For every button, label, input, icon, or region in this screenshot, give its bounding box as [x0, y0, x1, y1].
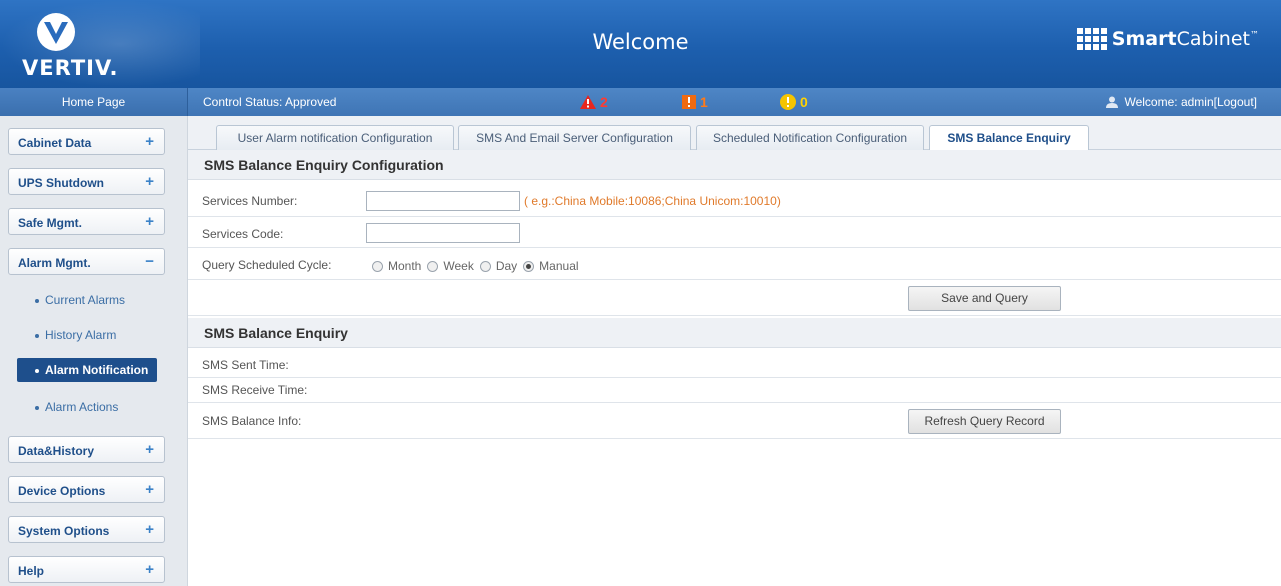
radio-day[interactable]	[479, 260, 491, 272]
sms-sent-time-label: SMS Sent Time:	[202, 358, 289, 372]
sidebar-item-system-options[interactable]: System Options +	[8, 516, 165, 543]
expand-icon: +	[145, 213, 154, 230]
tab-user-alarm-notification[interactable]: User Alarm notification Configuration	[216, 125, 454, 150]
control-status: Control Status: Approved	[203, 95, 337, 109]
welcome-user[interactable]: Welcome: admin[Logout]	[1106, 95, 1257, 109]
vertiv-logo-text: VERTIV.	[22, 56, 119, 80]
sms-balance-info-row: SMS Balance Info: Refresh Query Record	[188, 403, 1281, 439]
subitem-label: Alarm Actions	[45, 400, 119, 414]
radio-week-label: Week	[443, 259, 474, 273]
smartcabinet-logo-icon	[1076, 28, 1107, 50]
radio-manual[interactable]	[523, 260, 535, 272]
query-cycle-radio-group: Month Week Day Manual	[372, 259, 585, 273]
major-alarm-icon	[682, 95, 696, 109]
bullet-icon	[35, 368, 39, 373]
expand-icon: +	[145, 481, 154, 498]
major-alarm-counter[interactable]: 1	[682, 94, 708, 110]
section-heading: SMS Balance Enquiry Configuration	[204, 157, 444, 173]
collapse-icon: −	[145, 253, 154, 270]
radio-manual-label: Manual	[539, 259, 579, 273]
critical-alarm-count: 2	[600, 94, 608, 110]
save-and-query-button[interactable]: Save and Query	[908, 286, 1061, 311]
smartcabinet-logo: SmartCabinet™	[1076, 28, 1259, 50]
sms-sent-time-row: SMS Sent Time:	[188, 354, 1281, 378]
query-cycle-label: Query Scheduled Cycle:	[202, 258, 332, 272]
radio-week[interactable]	[427, 260, 439, 272]
services-number-row: Services Number: ( e.g.:China Mobile:100…	[188, 186, 1281, 217]
subitem-label: History Alarm	[45, 328, 117, 342]
services-code-label: Services Code:	[202, 227, 284, 241]
minor-alarm-icon	[780, 94, 796, 110]
section-heading: SMS Balance Enquiry	[204, 325, 348, 341]
sidebar-item-label: Help	[18, 564, 45, 578]
services-number-hint: ( e.g.:China Mobile:10086;China Unicom:1…	[524, 194, 781, 208]
sidebar-item-cabinet-data[interactable]: Cabinet Data +	[8, 128, 165, 155]
expand-icon: +	[145, 133, 154, 150]
critical-alarm-counter[interactable]: 2	[580, 94, 608, 110]
bullet-icon	[35, 405, 39, 410]
minor-alarm-count: 0	[800, 94, 808, 110]
sidebar-subitem-history-alarm[interactable]: History Alarm	[35, 328, 116, 342]
sidebar-item-safe-mgmt[interactable]: Safe Mgmt. +	[8, 208, 165, 235]
user-icon	[1106, 96, 1119, 108]
services-number-input[interactable]	[366, 191, 520, 211]
tab-sms-email-server[interactable]: SMS And Email Server Configuration	[458, 125, 691, 150]
sidebar: Cabinet Data + UPS Shutdown + Safe Mgmt.…	[0, 116, 188, 586]
critical-alarm-icon	[580, 95, 596, 109]
radio-month[interactable]	[372, 260, 383, 272]
services-code-input[interactable]	[366, 223, 520, 243]
smartcabinet-brand: SmartCabinet™	[1111, 28, 1259, 50]
services-number-label: Services Number:	[202, 194, 298, 208]
tab-sms-balance-enquiry[interactable]: SMS Balance Enquiry	[929, 125, 1089, 151]
save-row: Save and Query	[188, 280, 1281, 316]
tab-scheduled-notification[interactable]: Scheduled Notification Configuration	[696, 125, 924, 150]
status-bar: Home Page Control Status: Approved 2 1 0…	[0, 88, 1281, 116]
home-page-link[interactable]: Home Page	[0, 88, 188, 116]
sidebar-item-ups-shutdown[interactable]: UPS Shutdown +	[8, 168, 165, 195]
sms-receive-time-row: SMS Receive Time:	[188, 378, 1281, 403]
app-header: VERTIV. Welcome SmartCabinet™	[0, 0, 1281, 88]
sidebar-item-alarm-mgmt[interactable]: Alarm Mgmt. −	[8, 248, 165, 275]
sidebar-item-label: UPS Shutdown	[18, 176, 104, 190]
bullet-icon	[35, 333, 39, 338]
sidebar-subitem-current-alarms[interactable]: Current Alarms	[35, 293, 125, 307]
enquiry-section-title: SMS Balance Enquiry	[188, 318, 1281, 348]
subitem-label: Current Alarms	[45, 293, 126, 307]
tab-bar: User Alarm notification Configuration SM…	[188, 116, 1281, 151]
config-section-title: SMS Balance Enquiry Configuration	[188, 150, 1281, 180]
sidebar-item-label: Safe Mgmt.	[18, 216, 83, 230]
refresh-query-record-button[interactable]: Refresh Query Record	[908, 409, 1061, 434]
welcome-logout-link[interactable]: Welcome: admin[Logout]	[1124, 95, 1257, 109]
expand-icon: +	[145, 561, 154, 578]
sms-receive-time-label: SMS Receive Time:	[202, 383, 308, 397]
sidebar-item-label: Alarm Mgmt.	[18, 256, 91, 270]
expand-icon: +	[145, 521, 154, 538]
radio-day-label: Day	[495, 259, 518, 273]
query-cycle-row: Query Scheduled Cycle: Month Week Day Ma…	[188, 248, 1281, 280]
bullet-icon	[35, 298, 39, 303]
expand-icon: +	[145, 173, 154, 190]
radio-month-label: Month	[388, 259, 422, 273]
sidebar-item-label: System Options	[18, 524, 110, 538]
subitem-label: Alarm Notification	[45, 363, 149, 377]
sidebar-subitem-alarm-actions[interactable]: Alarm Actions	[35, 400, 118, 414]
services-code-row: Services Code:	[188, 217, 1281, 248]
expand-icon: +	[145, 441, 154, 458]
sidebar-subitem-alarm-notification[interactable]: Alarm Notification	[17, 358, 157, 382]
sidebar-item-data-history[interactable]: Data&History +	[8, 436, 165, 463]
sidebar-item-label: Data&History	[18, 444, 95, 458]
sidebar-item-label: Cabinet Data	[18, 136, 92, 150]
sidebar-item-device-options[interactable]: Device Options +	[8, 476, 165, 503]
sidebar-item-label: Device Options	[18, 484, 106, 498]
sms-balance-info-label: SMS Balance Info:	[202, 414, 302, 428]
minor-alarm-counter[interactable]: 0	[780, 94, 808, 110]
major-alarm-count: 1	[700, 94, 708, 110]
sidebar-item-help[interactable]: Help +	[8, 556, 165, 583]
